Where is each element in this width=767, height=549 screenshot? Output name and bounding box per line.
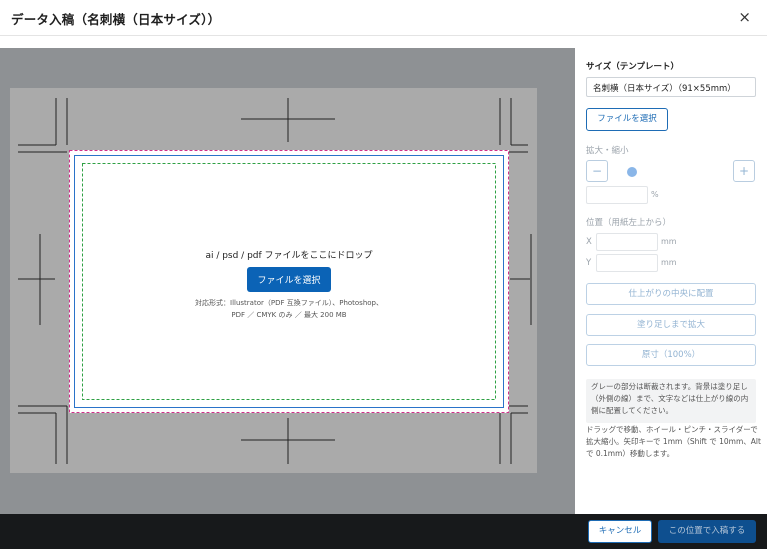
pick-file-button[interactable]: ファイルを選択 [247,267,331,292]
close-icon[interactable]: × [738,8,751,26]
y-label: Y [586,258,592,268]
cut-info-box: グレーの部分は断裁されます。背景は塗り足し（外側の線）まで、文字などは仕上がり線… [586,379,756,423]
percent-unit: % [651,190,659,199]
y-unit: mm [661,258,677,267]
drop-zone[interactable]: ai / psd / pdf ファイルをここにドロップ ファイルを選択 対応形式… [69,150,509,413]
dialog-header: データ入稿（名刺横（日本サイズ）） × [0,0,767,36]
help-text: ドラッグで移動、ホイール・ピンチ・スライダーで拡大縮小。矢印キーで 1mm（Sh… [586,425,761,458]
file-select-button[interactable]: ファイルを選択 [586,108,668,131]
center-on-trim-button[interactable]: 仕上がりの中央に配置 [586,283,756,305]
dialog-title: データ入稿（名刺横（日本サイズ）） [11,12,221,27]
print-sheet: ai / psd / pdf ファイルをここにドロップ ファイルを選択 対応形式… [10,88,537,473]
settings-panel: サイズ（テンプレート） 名刺横（日本サイズ）（91×55mm） ファイルを選択 … [575,48,767,514]
size-select[interactable]: 名刺横（日本サイズ）（91×55mm） [586,77,756,97]
supported-formats: 対応形式：Illustrator（PDF 互換ファイル）、Photoshop、 … [195,297,383,321]
actual-size-button[interactable]: 原寸（100%） [586,344,756,366]
formats-line-1: 対応形式：Illustrator（PDF 互換ファイル）、Photoshop、 [195,299,383,307]
formats-line-2: PDF ／ CMYK のみ ／ 最大 200 MB [231,311,347,319]
x-unit: mm [661,237,677,246]
cancel-button[interactable]: キャンセル [588,520,652,543]
scale-title: 拡大・縮小 [586,146,629,156]
drop-title: ai / psd / pdf ファイルをここにドロップ [205,251,373,261]
size-title: サイズ（テンプレート） [586,62,679,72]
x-input[interactable] [596,233,658,251]
preview-area[interactable]: ai / psd / pdf ファイルをここにドロップ ファイルを選択 対応形式… [0,48,575,514]
position-title: 位置（用紙左上から） [586,218,672,228]
scale-input[interactable] [586,186,648,204]
fit-to-bleed-button[interactable]: 塗り足しまで拡大 [586,314,756,336]
business-card-canvas: ai / psd / pdf ファイルをここにドロップ ファイルを選択 対応形式… [69,150,509,413]
dialog-footer: キャンセル この位置で入稿する [0,514,767,549]
y-input[interactable] [596,254,658,272]
scale-slider-knob[interactable] [627,167,637,177]
zoom-in-button[interactable]: + [733,160,755,182]
x-label: X [586,237,592,247]
submit-at-position-button[interactable]: この位置で入稿する [658,520,756,543]
zoom-out-button[interactable]: − [586,160,608,182]
